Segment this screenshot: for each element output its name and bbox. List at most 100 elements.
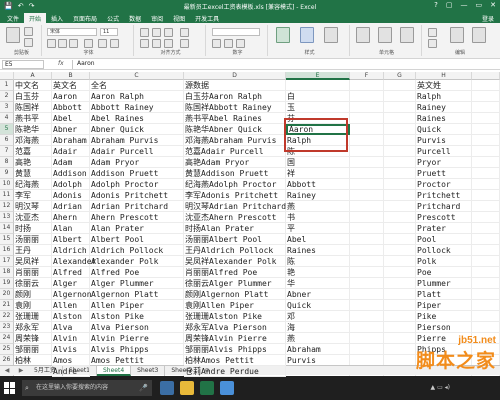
table-cell[interactable]: 徐丽云 <box>14 278 52 289</box>
table-cell[interactable] <box>472 256 500 267</box>
table-cell[interactable] <box>384 234 416 245</box>
cut-icon[interactable] <box>24 27 33 36</box>
table-cell[interactable] <box>384 113 416 124</box>
table-cell[interactable] <box>350 278 384 289</box>
table-cell[interactable]: 沈亚杰 <box>14 212 52 223</box>
table-cell[interactable] <box>384 311 416 322</box>
table-cell[interactable]: 仓莉Andre Perdue <box>184 366 286 377</box>
sheet-tab-active[interactable]: Sheet4 <box>97 365 132 376</box>
align-bottom-icon[interactable] <box>164 28 173 37</box>
select-all-corner[interactable] <box>0 72 14 80</box>
minimize-button[interactable]: — <box>461 1 468 9</box>
row-header[interactable]: 8 <box>0 157 14 168</box>
table-cell[interactable] <box>350 113 384 124</box>
table-cell[interactable]: 陈 <box>286 146 350 157</box>
autosum-icon[interactable] <box>428 28 437 37</box>
table-cell[interactable]: 黄慧 <box>14 168 52 179</box>
taskbar-search[interactable]: ⌕ 在这里输入你要搜索的内容 🎤 <box>22 380 152 396</box>
table-cell[interactable] <box>472 91 500 102</box>
table-cell[interactable] <box>350 333 384 344</box>
table-cell[interactable] <box>384 168 416 179</box>
task-view-icon[interactable] <box>160 381 174 395</box>
table-cell[interactable]: 邓 <box>286 311 350 322</box>
table-cell[interactable]: Rainey <box>286 190 350 201</box>
table-cell[interactable] <box>350 124 384 135</box>
table-cell[interactable]: 颜刚 <box>14 289 52 300</box>
table-cell[interactable] <box>384 289 416 300</box>
table-cell[interactable]: Ralph <box>286 135 350 146</box>
table-cell[interactable]: 邹丽丽Alvis Phipps <box>184 344 286 355</box>
table-cell[interactable]: 肖丽丽 <box>14 267 52 278</box>
table-cell[interactable]: Alvis <box>52 344 90 355</box>
table-cell[interactable]: 艳 <box>286 267 350 278</box>
table-cell[interactable] <box>384 146 416 157</box>
format-cells-icon[interactable] <box>400 27 414 43</box>
table-cell[interactable] <box>350 80 384 91</box>
table-cell[interactable]: 陈艳华Abner Quick <box>184 124 286 135</box>
table-cell[interactable] <box>384 80 416 91</box>
row-header[interactable]: 18 <box>0 267 14 278</box>
insert-cells-icon[interactable] <box>356 27 370 43</box>
table-cell[interactable] <box>472 102 500 113</box>
table-cell[interactable]: Algernon <box>52 289 92 300</box>
table-cell[interactable] <box>384 201 416 212</box>
table-cell[interactable] <box>350 91 384 102</box>
table-cell[interactable]: Abbott <box>286 179 350 190</box>
table-cell[interactable]: 纪海燕 <box>14 179 52 190</box>
table-cell[interactable]: 陈国祥 <box>14 102 52 113</box>
tab-home[interactable]: 开始 <box>24 13 47 23</box>
table-cell[interactable] <box>350 179 384 190</box>
row-header[interactable]: 10 <box>0 179 14 190</box>
table-cell[interactable] <box>472 322 500 333</box>
table-cell[interactable] <box>472 135 500 146</box>
column-header[interactable]: G <box>384 72 416 80</box>
table-cell[interactable]: Abbott Rainey <box>90 102 184 113</box>
column-header[interactable]: F <box>350 72 384 80</box>
table-cell[interactable]: Pierson <box>416 322 472 333</box>
row-header[interactable]: 17 <box>0 256 14 267</box>
table-cell[interactable]: Abraham <box>286 344 350 355</box>
table-cell[interactable]: Algernon Platt <box>90 289 184 300</box>
table-cell[interactable]: Alston <box>52 311 90 322</box>
table-cell[interactable]: Quick <box>416 124 472 135</box>
table-cell[interactable]: 燕 <box>286 333 350 344</box>
table-cell[interactable]: 颜刚Algernon Platt <box>184 289 286 300</box>
table-cell[interactable]: 平 <box>286 223 350 234</box>
table-cell[interactable]: 中文名 <box>14 80 52 91</box>
table-cell[interactable] <box>384 179 416 190</box>
table-cell[interactable] <box>384 322 416 333</box>
wrap-text-icon[interactable] <box>180 28 189 37</box>
table-cell[interactable]: Alexander <box>52 256 96 267</box>
table-cell[interactable]: 陈艳华 <box>14 124 52 135</box>
tab-review[interactable]: 审阅 <box>146 13 168 23</box>
table-cell[interactable]: Alan Prater <box>90 223 184 234</box>
copy-icon[interactable] <box>24 38 33 47</box>
table-cell[interactable]: Alvis Phipps <box>90 344 184 355</box>
table-cell[interactable]: 明汉琴 <box>14 201 52 212</box>
align-middle-icon[interactable] <box>152 28 161 37</box>
sheet-tab[interactable]: Sheet3 <box>131 365 166 376</box>
table-cell[interactable]: Pritchett <box>416 190 472 201</box>
table-cell[interactable]: Poe <box>416 267 472 278</box>
table-cell[interactable] <box>350 157 384 168</box>
table-cell[interactable] <box>384 256 416 267</box>
table-cell[interactable]: Addison <box>52 168 90 179</box>
table-cell[interactable]: Polk <box>416 256 472 267</box>
table-cell[interactable] <box>350 311 384 322</box>
table-cell[interactable]: Ralph <box>416 91 472 102</box>
table-cell[interactable] <box>350 289 384 300</box>
table-cell[interactable]: Aaron Ralph <box>90 91 184 102</box>
comma-icon[interactable] <box>236 39 245 48</box>
table-cell[interactable]: 黄慧Addison Pruett <box>184 168 286 179</box>
table-cell[interactable]: 源数据 <box>184 80 286 91</box>
table-cell[interactable]: Allen <box>52 300 90 311</box>
table-cell[interactable]: 陈 <box>286 256 350 267</box>
row-header[interactable]: 14 <box>0 223 14 234</box>
table-cell[interactable]: 书 <box>286 212 350 223</box>
table-cell[interactable]: 玉 <box>286 102 350 113</box>
login-link[interactable]: 登录 <box>482 14 494 23</box>
column-header[interactable]: C <box>90 72 184 80</box>
table-cell[interactable]: Alva <box>52 322 90 333</box>
table-cell[interactable]: 时扬 <box>14 223 52 234</box>
table-cell[interactable] <box>384 135 416 146</box>
